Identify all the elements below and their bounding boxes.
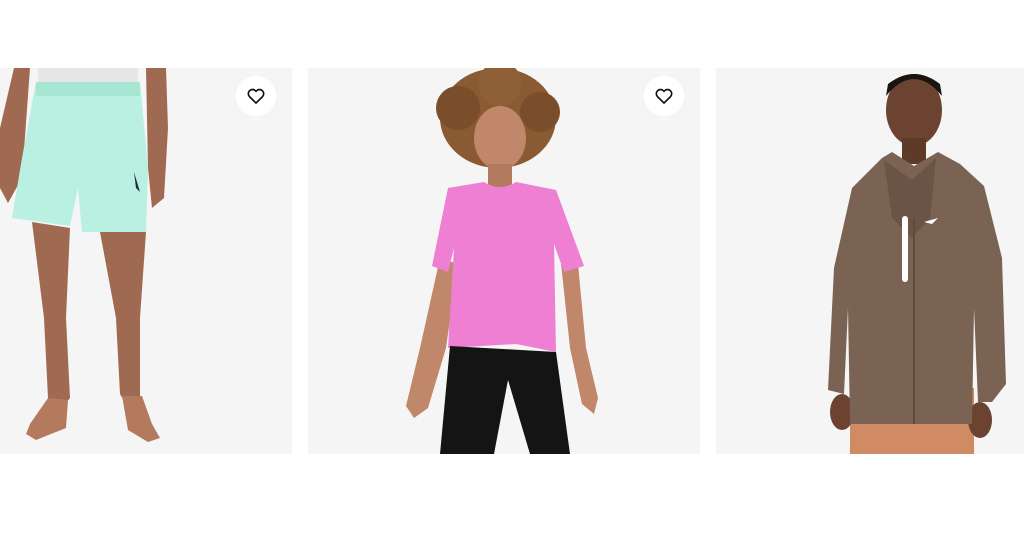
product-image-jacket[interactable] (716, 68, 1024, 454)
product-card-tee[interactable] (308, 68, 700, 454)
product-card-shorts[interactable] (0, 68, 292, 454)
product-image-tee[interactable] (308, 68, 700, 454)
heart-outline-icon (247, 88, 265, 104)
product-grid (0, 0, 1024, 540)
product-image-shorts[interactable] (0, 68, 292, 454)
favorite-button[interactable] (644, 76, 684, 116)
heart-outline-icon (655, 88, 673, 104)
favorite-button[interactable] (236, 76, 276, 116)
product-card-jacket[interactable] (716, 68, 1024, 454)
